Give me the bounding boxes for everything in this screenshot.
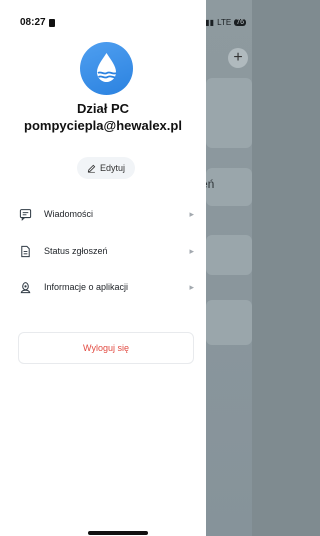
background-status-bar: ▮▮▮ LTE 76 <box>201 18 246 27</box>
menu-item-label: Informacje o aplikacji <box>44 282 129 292</box>
sim-icon <box>48 18 55 27</box>
chevron-right-icon: ▸ <box>189 245 194 256</box>
menu-item-app-info[interactable]: Informacje o aplikacji ▸ <box>18 276 194 298</box>
avatar <box>80 42 133 95</box>
user-name: Dział PC <box>76 101 129 116</box>
status-time: 08:27 <box>20 17 46 28</box>
background-card <box>206 78 252 148</box>
menu-item-label: Status zgłoszeń <box>44 246 108 256</box>
user-email: pompyciepla@hewalex.pl <box>24 118 182 133</box>
chevron-right-icon: ▸ <box>189 281 194 292</box>
menu-item-label: Wiadomości <box>44 209 94 219</box>
menu-item-messages[interactable]: Wiadomości ▸ <box>18 203 194 225</box>
background-card <box>206 235 252 275</box>
status-bar: 08:27 <box>20 17 55 28</box>
document-icon <box>18 244 32 258</box>
water-drop-icon <box>97 53 117 82</box>
logout-label: Wyloguj się <box>83 343 129 353</box>
logout-button[interactable]: Wyloguj się <box>18 332 194 364</box>
battery-icon: 76 <box>234 19 246 26</box>
network-label: LTE <box>217 18 232 27</box>
background-card <box>206 300 252 345</box>
pencil-icon <box>87 164 96 173</box>
side-drawer: 08:27 Dział PC pompyciepla@hewalex.pl Ed… <box>0 0 206 536</box>
menu-item-status[interactable]: Status zgłoszeń ▸ <box>18 240 194 262</box>
edit-profile-button[interactable]: Edytuj <box>77 157 135 179</box>
chevron-right-icon: ▸ <box>189 208 194 219</box>
message-icon <box>18 207 32 221</box>
home-indicator[interactable] <box>88 531 148 535</box>
add-icon: + <box>228 48 248 68</box>
edit-label: Edytuj <box>99 163 125 173</box>
info-icon <box>18 280 32 294</box>
